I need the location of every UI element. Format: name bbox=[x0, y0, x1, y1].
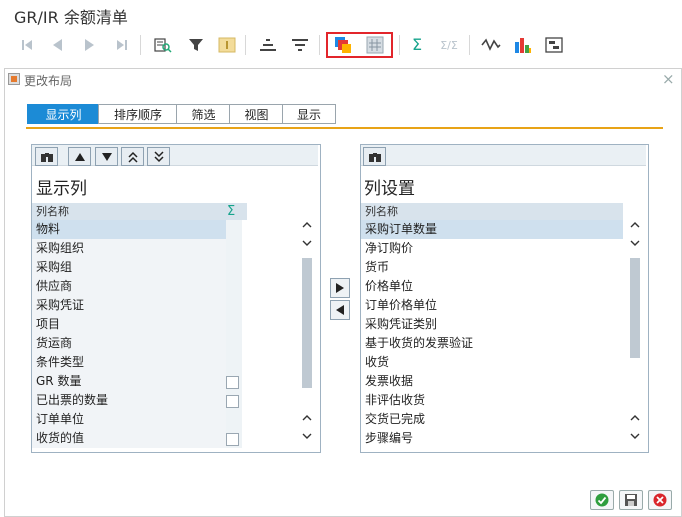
page-title: GR/IR 余额清单 bbox=[14, 8, 128, 27]
subtotals-icon[interactable]: Σ/Σ bbox=[438, 34, 460, 56]
dialog-title-text: 更改布局 bbox=[24, 74, 73, 88]
sum-checkbox[interactable] bbox=[226, 395, 239, 408]
scroll-up-icon[interactable] bbox=[299, 414, 315, 425]
list-item[interactable]: 价格单位 bbox=[361, 277, 623, 296]
last-page-icon[interactable] bbox=[111, 34, 133, 56]
sum-checkbox[interactable] bbox=[226, 376, 239, 389]
list-item[interactable]: 采购组 bbox=[32, 258, 226, 277]
tab-underline bbox=[26, 127, 663, 129]
list-item[interactable]: 项目 bbox=[32, 315, 226, 334]
left-pane-title: 显示列 bbox=[36, 179, 87, 199]
column-name-header: 列名称 bbox=[361, 203, 623, 220]
scroll-up-icon[interactable] bbox=[627, 414, 643, 425]
change-layout-icon[interactable] bbox=[332, 34, 354, 56]
list-item[interactable]: 采购订单数量 bbox=[361, 220, 623, 239]
dialog-title: 更改布局 bbox=[8, 72, 72, 89]
move-left-button[interactable] bbox=[330, 300, 350, 320]
list-item[interactable]: 净订购价 bbox=[361, 239, 623, 258]
list-item[interactable]: 物料 bbox=[32, 220, 226, 239]
move-to-top-icon[interactable] bbox=[121, 147, 144, 166]
left-scroll-thumb[interactable] bbox=[302, 258, 312, 388]
list-item[interactable]: 采购凭证类别 bbox=[361, 315, 623, 334]
list-item[interactable]: 收货的值 bbox=[32, 429, 226, 448]
filter-icon[interactable] bbox=[185, 34, 207, 56]
tab-display[interactable]: 显示 bbox=[282, 104, 336, 124]
list-item[interactable]: 收货 bbox=[361, 353, 623, 372]
sum-icon[interactable]: Σ bbox=[406, 34, 428, 56]
save-button[interactable] bbox=[619, 490, 643, 510]
list-item[interactable]: 步骤编号 bbox=[361, 429, 623, 448]
tab-display-columns[interactable]: 显示列 bbox=[27, 104, 100, 124]
list-item[interactable]: 供应商 bbox=[32, 277, 226, 296]
close-icon[interactable]: × bbox=[662, 70, 675, 88]
list-item[interactable]: 订单单位 bbox=[32, 410, 226, 429]
export-icon[interactable] bbox=[543, 34, 565, 56]
scroll-up-icon[interactable] bbox=[627, 221, 643, 232]
previous-page-icon[interactable] bbox=[46, 34, 68, 56]
column-name-header: 列名称 bbox=[32, 203, 226, 220]
confirm-button[interactable] bbox=[590, 490, 614, 510]
layout-icon bbox=[8, 73, 20, 88]
list-item[interactable]: 采购凭证 bbox=[32, 296, 226, 315]
scroll-up-icon[interactable] bbox=[299, 221, 315, 232]
scroll-down-icon[interactable] bbox=[627, 239, 643, 250]
list-item[interactable]: GR 数量 bbox=[32, 372, 226, 391]
select-layout-icon[interactable] bbox=[364, 34, 386, 56]
right-scroll-thumb[interactable] bbox=[630, 258, 640, 358]
sort-descending-icon[interactable] bbox=[289, 34, 311, 56]
chart-icon[interactable] bbox=[512, 34, 534, 56]
list-item[interactable]: 已出票的数量 bbox=[32, 391, 226, 410]
sum-checkbox[interactable] bbox=[226, 433, 239, 446]
list-item[interactable]: 基于收货的发票验证 bbox=[361, 334, 623, 353]
filter-value-icon[interactable] bbox=[216, 34, 238, 56]
list-item[interactable]: 条件类型 bbox=[32, 353, 226, 372]
find-icon[interactable] bbox=[35, 147, 58, 166]
first-page-icon[interactable] bbox=[16, 34, 38, 56]
right-pane-toolbar bbox=[361, 145, 646, 166]
list-item[interactable]: 订单价格单位 bbox=[361, 296, 623, 315]
tab-view[interactable]: 视图 bbox=[229, 104, 284, 124]
right-pane-title: 列设置 bbox=[364, 179, 415, 199]
list-item[interactable]: 发票收据 bbox=[361, 372, 623, 391]
move-down-icon[interactable] bbox=[95, 147, 118, 166]
next-page-icon[interactable] bbox=[79, 34, 101, 56]
list-item[interactable]: 货运商 bbox=[32, 334, 226, 353]
list-item[interactable]: 货币 bbox=[361, 258, 623, 277]
list-item[interactable]: 交货已完成 bbox=[361, 410, 623, 429]
move-up-icon[interactable] bbox=[68, 147, 91, 166]
tab-filter[interactable]: 筛选 bbox=[176, 104, 231, 124]
sort-ascending-icon[interactable] bbox=[257, 34, 279, 56]
details-icon[interactable] bbox=[152, 34, 174, 56]
scroll-down-icon[interactable] bbox=[299, 239, 315, 250]
list-item[interactable]: 采购组织 bbox=[32, 239, 226, 258]
cancel-button[interactable] bbox=[648, 490, 672, 510]
scroll-down-icon[interactable] bbox=[627, 432, 643, 443]
move-to-bottom-icon[interactable] bbox=[147, 147, 170, 166]
tab-sort-order[interactable]: 排序顺序 bbox=[98, 104, 178, 124]
graphic-icon[interactable] bbox=[480, 34, 502, 56]
find-icon[interactable] bbox=[363, 147, 386, 166]
list-item[interactable]: 非评估收货 bbox=[361, 391, 623, 410]
sigma-header: Σ bbox=[222, 203, 247, 220]
scroll-down-icon[interactable] bbox=[299, 432, 315, 443]
move-right-button[interactable] bbox=[330, 278, 350, 298]
